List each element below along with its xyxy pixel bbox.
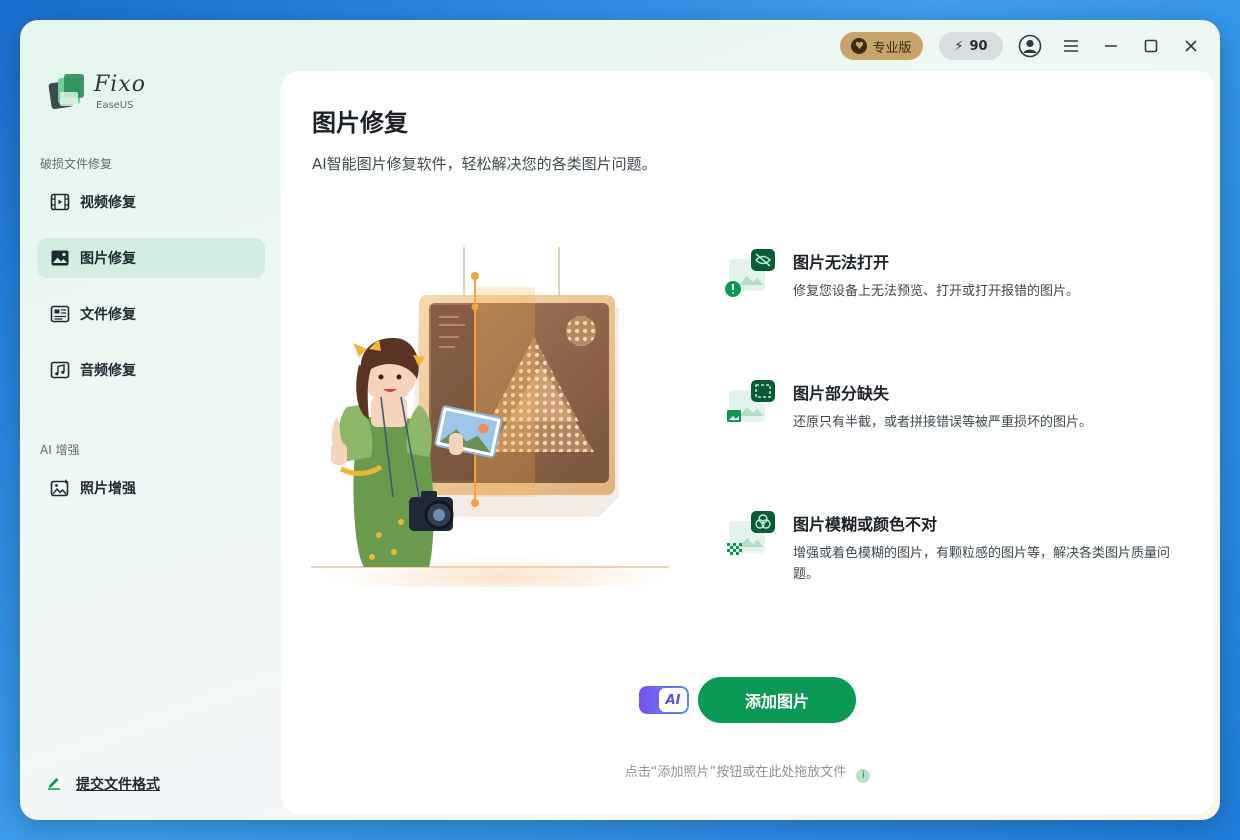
feature-desc: 修复您设备上无法预览、打开或打开报错的图片。 bbox=[793, 284, 1080, 299]
menu-icon[interactable] bbox=[1059, 34, 1083, 58]
color-filter-icon bbox=[727, 511, 775, 555]
account-icon[interactable] bbox=[1018, 34, 1042, 58]
app-logo: Fixo EaseUS bbox=[48, 70, 168, 116]
music-icon bbox=[50, 360, 70, 380]
submit-format-link[interactable]: 提交文件格式 bbox=[46, 774, 160, 794]
main-panel: 图片修复 AI智能图片修复软件，轻松解决您的各类图片问题。 图片无法打开 修复您… bbox=[281, 71, 1214, 814]
section-label-repair: 破损文件修复 bbox=[40, 157, 113, 171]
feature-title: 图片无法打开 bbox=[793, 253, 890, 272]
ai-toggle-label: AI bbox=[659, 688, 687, 712]
feature-desc: 还原只有半截，或者拼接错误等被严重损坏的图片。 bbox=[793, 415, 1093, 430]
feature-title: 图片部分缺失 bbox=[793, 384, 890, 403]
maximize-icon[interactable] bbox=[1139, 34, 1163, 58]
credits-badge[interactable]: ⚡ 90 bbox=[939, 32, 1003, 60]
pro-badge[interactable]: ♥ 专业版 bbox=[840, 32, 923, 60]
submit-format-label: 提交文件格式 bbox=[76, 777, 160, 793]
app-window: ♥ 专业版 ⚡ 90 Fixo EaseUS 破损文件修复 视频修复 图片修复 … bbox=[20, 20, 1220, 820]
logo-name: Fixo bbox=[94, 72, 146, 97]
logo-sub: EaseUS bbox=[96, 100, 134, 111]
fixo-logo-icon bbox=[48, 74, 84, 110]
ai-toggle[interactable]: AI bbox=[639, 686, 689, 714]
video-icon bbox=[50, 192, 70, 212]
page-title: 图片修复 bbox=[312, 109, 408, 137]
sidebar-item-label: 视频修复 bbox=[80, 195, 136, 211]
sidebar-item-video[interactable]: 视频修复 bbox=[37, 182, 265, 222]
image-icon bbox=[50, 248, 70, 268]
sidebar-item-label: 文件修复 bbox=[80, 307, 136, 323]
close-icon[interactable] bbox=[1179, 34, 1203, 58]
photo-repair-illustration bbox=[311, 247, 669, 587]
sidebar-item-label: 音频修复 bbox=[80, 363, 136, 379]
add-image-button[interactable]: 添加图片 bbox=[698, 677, 856, 723]
credits-count: 90 bbox=[969, 38, 988, 54]
pencil-icon bbox=[46, 774, 62, 794]
crop-icon bbox=[727, 380, 775, 422]
sidebar-item-image[interactable]: 图片修复 bbox=[37, 238, 265, 278]
heart-icon: ♥ bbox=[851, 38, 868, 54]
photo-enhance-icon bbox=[50, 478, 70, 498]
document-icon bbox=[50, 304, 70, 324]
sidebar-item-label: 图片修复 bbox=[80, 251, 136, 267]
feature-desc: 增强或着色模糊的图片，有颗粒感的图片等，解决各类图片质量问题。 bbox=[793, 546, 1171, 582]
drop-hint-text: 点击“添加照片”按钮或在此处拖放文件 bbox=[624, 765, 847, 780]
sidebar-item-document[interactable]: 文件修复 bbox=[37, 294, 265, 334]
feature-title: 图片模糊或颜色不对 bbox=[793, 515, 938, 534]
minimize-icon[interactable] bbox=[1099, 34, 1123, 58]
info-icon[interactable]: i bbox=[856, 768, 871, 783]
feature-partial-missing: 图片部分缺失 还原只有半截，或者拼接错误等被严重损坏的图片。 bbox=[725, 380, 1185, 460]
sidebar-item-photo-enhance[interactable]: 照片增强 bbox=[37, 468, 265, 508]
eye-off-icon bbox=[725, 249, 775, 297]
section-label-ai: AI 增强 bbox=[40, 443, 80, 457]
drop-hint: 点击“添加照片”按钮或在此处拖放文件 i bbox=[281, 761, 1214, 783]
feature-blur-color: 图片模糊或颜色不对 增强或着色模糊的图片，有颗粒感的图片等，解决各类图片质量问题… bbox=[725, 511, 1185, 591]
sidebar-item-audio[interactable]: 音频修复 bbox=[37, 350, 265, 390]
feature-cannot-open: 图片无法打开 修复您设备上无法预览、打开或打开报错的图片。 bbox=[725, 249, 1185, 329]
page-subtitle: AI智能图片修复软件，轻松解决您的各类图片问题。 bbox=[312, 155, 657, 173]
pro-label: 专业版 bbox=[872, 40, 912, 56]
lightning-icon: ⚡ bbox=[954, 38, 964, 54]
sidebar-item-label: 照片增强 bbox=[80, 481, 136, 497]
